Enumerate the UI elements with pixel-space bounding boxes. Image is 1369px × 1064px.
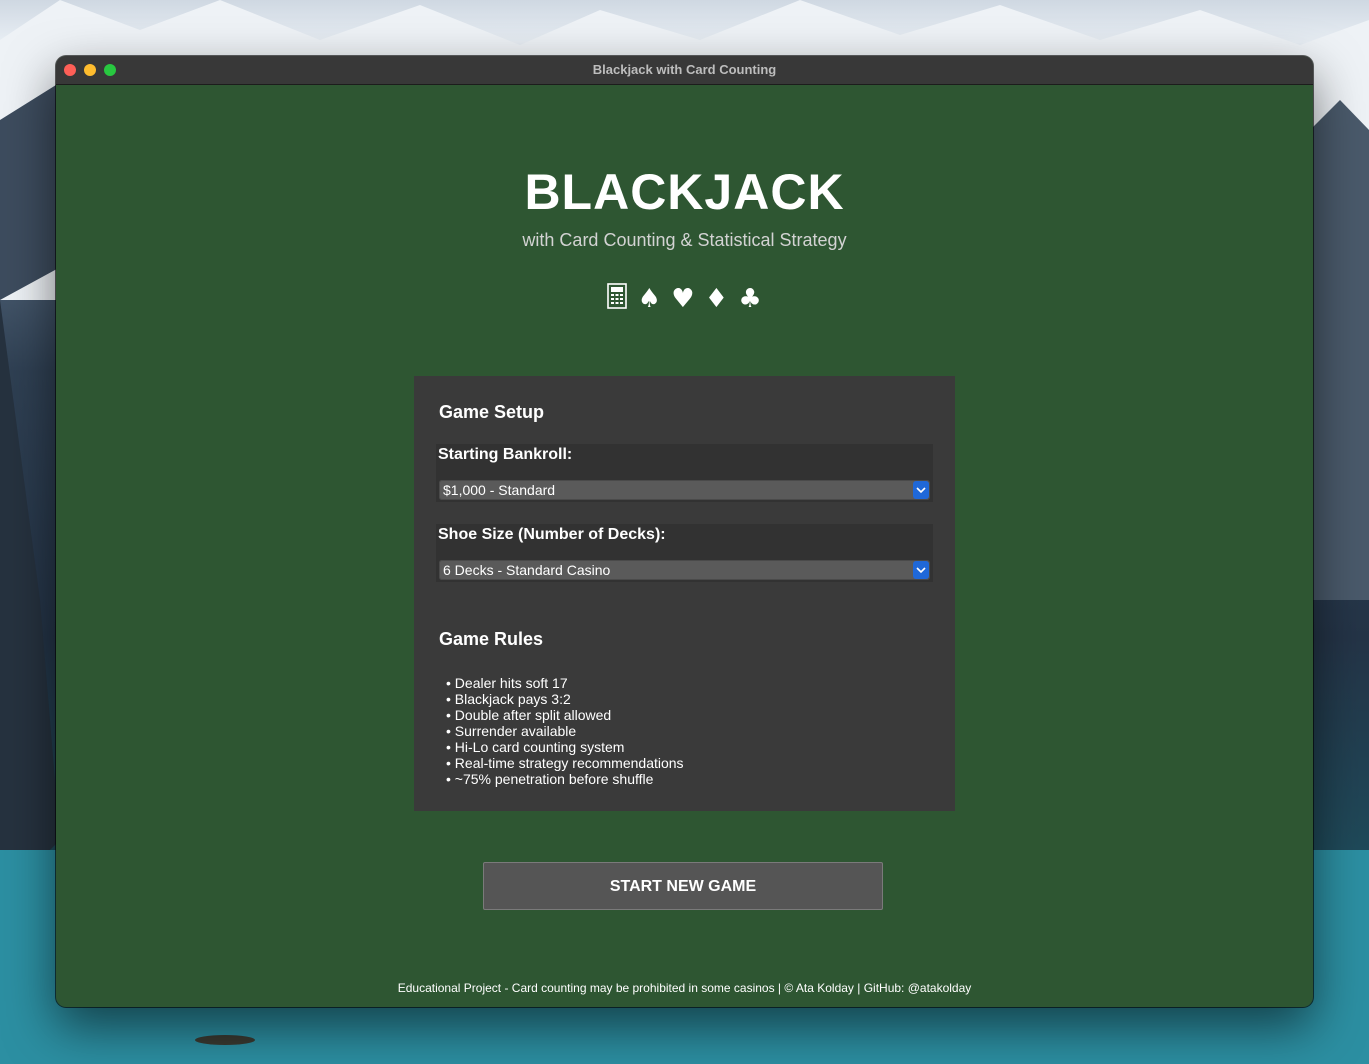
club-icon: ♣ [738,284,762,314]
suit-icons: ♠ ♥ ♦ ♣ [56,283,1313,314]
rule-item: Surrender available [446,723,684,739]
app-title: BLACKJACK [524,164,845,220]
bankroll-select[interactable]: $1,000 - Standard [439,480,930,500]
shoe-size-select[interactable]: 6 Decks - Standard Casino [439,560,930,580]
game-rules-list: Dealer hits soft 17 Blackjack pays 3:2 D… [446,675,684,787]
app-window: Blackjack with Card Counting BLACKJACK w… [56,56,1313,1007]
diamond-icon: ♦ [704,284,729,314]
rule-item: Hi-Lo card counting system [446,739,684,755]
game-setup-heading: Game Setup [439,402,545,422]
shoe-size-field: Shoe Size (Number of Decks): 6 Decks - S… [436,524,933,582]
bankroll-field: Starting Bankroll: $1,000 - Standard [436,444,933,502]
chevron-down-icon[interactable] [913,481,929,499]
window-title: Blackjack with Card Counting [592,62,777,77]
rule-item: ~75% penetration before shuffle [446,771,684,787]
rule-item: Real-time strategy recommendations [446,755,684,771]
window-titlebar[interactable]: Blackjack with Card Counting [56,56,1313,85]
bankroll-select-value: $1,000 - Standard [443,482,556,498]
start-new-game-button[interactable]: START NEW GAME [483,862,883,910]
app-content: BLACKJACK with Card Counting & Statistic… [56,85,1313,1007]
heart-icon: ♥ [671,284,695,314]
game-setup-panel: Game Setup Starting Bankroll: $1,000 - S… [414,376,955,811]
shoe-size-select-value: 6 Decks - Standard Casino [443,562,611,578]
abacus-icon [607,283,635,314]
rule-item: Dealer hits soft 17 [446,675,684,691]
game-rules-heading: Game Rules [439,629,544,649]
bankroll-label: Starting Bankroll: [438,446,573,463]
spade-icon: ♠ [637,284,661,314]
rule-item: Double after split allowed [446,707,684,723]
footer-text: Educational Project - Card counting may … [397,981,972,995]
shoe-size-label: Shoe Size (Number of Decks): [438,526,666,543]
app-subtitle: with Card Counting & Statistical Strateg… [522,230,847,250]
chevron-down-icon[interactable] [913,561,929,579]
rule-item: Blackjack pays 3:2 [446,691,684,707]
